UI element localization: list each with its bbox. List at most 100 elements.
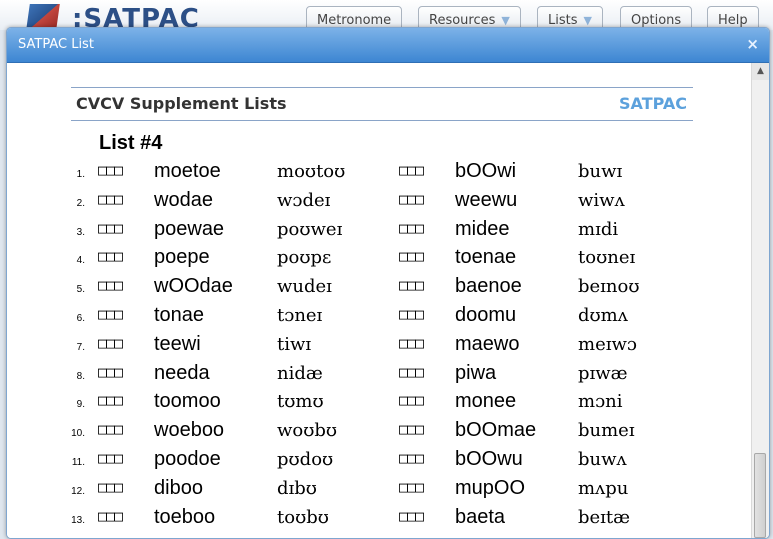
checkbox-group[interactable]: □□□ [98,161,123,179]
list-row: 6. □□□ tonae tɔneɪ □□□ doomu dʊmʌ [7,304,752,334]
ipa-right: buwʌ [578,449,627,470]
checkbox-group[interactable]: □□□ [399,420,424,438]
list-row: 12. □□□ diboo dɪbʊ □□□ mupOO mʌpu [7,476,752,507]
row-number: 10. [71,428,85,440]
word-right: bOOwi [455,160,517,182]
ipa-left: dɪbʊ [277,477,317,499]
ipa-left: poʊpɛ [277,247,332,269]
ipa-left: moʊtoʊ [277,161,346,182]
row-number: 9. [76,399,85,411]
close-icon[interactable]: × [746,35,759,53]
list-row: 13. □□□ toeboo toʊbʊ □□□ baeta beɪtæ [7,505,752,536]
checkbox-group[interactable]: □□□ [399,334,424,352]
row-number: 11. [71,457,85,468]
word-right: piwa [455,361,497,384]
word-right: monee [455,390,517,413]
word-right: baenoe [455,275,522,298]
checkbox-group[interactable]: □□□ [98,334,123,352]
row-number: 12. [71,485,85,497]
word-right: bOOwu [455,448,523,470]
ipa-right: wiwʌ [578,189,625,211]
checkbox-group[interactable]: □□□ [399,276,424,294]
ipa-left: nidæ [277,362,323,384]
word-right: weewu [455,188,518,211]
list-row: 2. □□□ wodae wɔdeɪ □□□ weewu wiwʌ [7,188,752,219]
checkbox-group[interactable]: □□□ [98,276,123,294]
word-right: baeta [455,505,506,528]
word-left: poepe [154,246,210,269]
checkbox-group[interactable]: □□□ [399,363,424,381]
list-row: 10. □□□ woeboo woʊbʊ □□□ bOOmae bumeɪ [7,419,752,449]
word-right: maewo [455,332,520,355]
word-left: poewae [154,217,225,240]
ipa-right: beɪnoʊ [578,276,640,298]
ipa-left: woʊbʊ [277,420,338,442]
checkbox-group[interactable]: □□□ [399,478,424,496]
checkbox-group[interactable]: □□□ [98,190,123,208]
ipa-right: mɔni [578,391,623,413]
ipa-right: beɪtæ [578,506,631,528]
ipa-right: dʊmʌ [578,305,628,326]
word-right: doomu [455,304,517,326]
checkbox-group[interactable]: □□□ [399,247,424,265]
ipa-right: mʌpu [578,477,629,499]
checkbox-group[interactable]: □□□ [98,247,123,265]
checkbox-group[interactable]: □□□ [399,219,424,237]
word-left: teewi [154,332,201,355]
ipa-right: pɪwæ [578,362,628,384]
word-left: needa [154,361,210,384]
row-number: 13. [71,514,85,526]
word-left: woeboo [154,419,225,442]
list-row: 9. □□□ toomoo tʊmʊ □□□ monee mɔni [7,390,752,420]
list-document: CVCV Supplement Lists SATPAC List #4 1. □… [7,63,752,538]
ipa-right: meɪwɔ [578,333,637,355]
checkbox-group[interactable]: □□□ [399,507,424,525]
chevron-down-icon: ▼ [583,14,592,27]
row-number: 1. [76,169,85,180]
word-left: poodoe [154,448,221,470]
checkbox-group[interactable]: □□□ [399,161,424,179]
row-number: 6. [76,313,85,324]
word-left: wOOdae [154,275,233,298]
ipa-left: poʊweɪ [277,218,343,240]
checkbox-group[interactable]: □□□ [98,363,123,381]
ipa-left: tʊmʊ [277,391,324,413]
list-row: 4. □□□ poepe poʊpɛ □□□ toenae toʊneɪ [7,246,752,276]
app-header: :SATPAC Metronome Resources ▼ Lists ▼ Opti… [0,0,773,34]
checkbox-group[interactable]: □□□ [98,478,123,496]
ipa-left: pʊdoʊ [277,449,334,470]
scroll-up-icon[interactable]: ▲ [752,63,769,80]
checkbox-group[interactable]: □□□ [399,190,424,208]
checkbox-group[interactable]: □□□ [98,219,123,237]
checkbox-group[interactable]: □□□ [98,305,123,323]
checkbox-group[interactable]: □□□ [98,507,123,525]
dialog-titlebar[interactable]: SATPAC List × [7,28,769,63]
checkbox-group[interactable]: □□□ [98,449,123,467]
ipa-left: tiwɪ [277,333,312,355]
list-row: 11. □□□ poodoe pʊdoʊ □□□ bOOwu buwʌ [7,448,752,478]
ipa-left: wɔdeɪ [277,189,331,211]
scrollbar-thumb[interactable] [754,453,766,538]
word-left: tonae [154,304,205,326]
checkbox-group[interactable]: □□□ [98,391,123,409]
word-left: moetoe [154,160,221,182]
word-right: bOOmae [455,419,537,442]
list-title: List #4 [99,132,163,154]
row-number: 3. [76,226,85,238]
ipa-left: toʊbʊ [277,506,329,528]
ipa-left: wudeɪ [277,276,332,298]
ipa-right: toʊneɪ [578,247,636,269]
word-left: diboo [154,476,203,499]
checkbox-group[interactable]: □□□ [399,449,424,467]
vertical-scrollbar[interactable]: ▲ [751,63,769,538]
chevron-down-icon: ▼ [501,14,510,27]
list-row: 3. □□□ poewae poʊweɪ □□□ midee mɪdi [7,217,752,248]
checkbox-group[interactable]: □□□ [399,391,424,409]
list-row: 5. □□□ wOOdae wudeɪ □□□ baenoe beɪnoʊ [7,275,752,305]
ipa-right: bumeɪ [578,420,635,442]
checkbox-group[interactable]: □□□ [399,305,424,323]
word-left: wodae [154,188,213,211]
ipa-left: tɔneɪ [277,305,323,326]
ipa-right: mɪdi [578,218,619,240]
checkbox-group[interactable]: □□□ [98,420,123,438]
